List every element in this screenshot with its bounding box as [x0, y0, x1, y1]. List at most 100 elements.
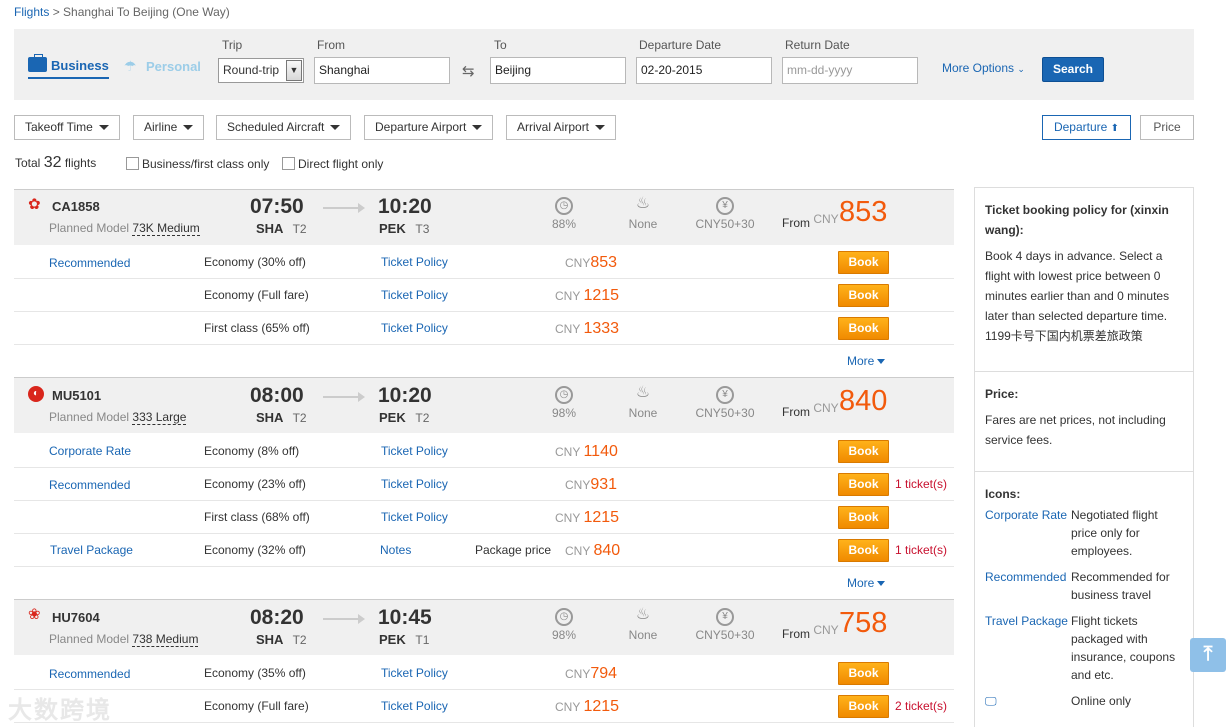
arrival-terminal: T2	[415, 411, 430, 425]
more-fares-link[interactable]: More	[847, 576, 886, 590]
direct-only-checkbox[interactable]: Direct flight only	[282, 157, 383, 171]
more-label: More	[847, 576, 875, 590]
total-count: 32	[43, 154, 62, 171]
filter-label: Arrival Airport	[517, 120, 590, 134]
sort-departure-button[interactable]: Departure ⬆	[1042, 115, 1131, 140]
checkbox-icon[interactable]	[282, 157, 295, 170]
cabin-class: Economy (8% off)	[204, 444, 300, 458]
book-button[interactable]: Book	[838, 251, 889, 274]
fare-row	[14, 435, 954, 468]
planned-model-label: Planned Model	[49, 410, 130, 424]
caret-down-icon	[330, 125, 341, 130]
filter-airline[interactable]: Airline	[133, 115, 205, 140]
policy-title: Ticket booking policy for (xinxin wang):	[985, 203, 1169, 237]
departure-time: 08:00	[250, 384, 304, 407]
book-button[interactable]: Book	[838, 473, 889, 496]
currency: CNY	[565, 667, 591, 681]
fare-price-value: 1333	[583, 320, 620, 337]
yen-icon: ¥	[716, 608, 734, 626]
tax-info: ¥ CNY50+30	[695, 608, 755, 642]
fare-price-value: 931	[590, 476, 618, 493]
filter-scheduled-aircraft[interactable]: Scheduled Aircraft	[216, 115, 352, 140]
return-date-input[interactable]: mm-dd-yyyy	[782, 57, 918, 84]
business-only-label: Business/first class only	[142, 157, 270, 171]
ticket-policy-link[interactable]: Ticket Policy	[381, 288, 448, 302]
arrival-airport: PEK T2	[379, 410, 429, 425]
chevron-down-icon[interactable]: ▼	[286, 60, 302, 81]
currency: CNY	[555, 700, 581, 714]
breadcrumb-flights-link[interactable]: Flights	[14, 5, 49, 19]
book-button[interactable]: Book	[838, 506, 889, 529]
filter-arrival-airport[interactable]: Arrival Airport	[506, 115, 617, 140]
aircraft-model[interactable]: 333 Large	[132, 410, 187, 425]
more-label: More	[847, 354, 875, 368]
cabin-class: Economy (30% off)	[204, 255, 306, 269]
notes-link[interactable]: Notes	[380, 543, 411, 557]
ontime-rate: ◷ 88%	[534, 197, 594, 231]
cabin-class: Economy (23% off)	[204, 477, 306, 491]
ticket-policy-link[interactable]: Ticket Policy	[381, 699, 448, 713]
aircraft-model[interactable]: 738 Medium	[132, 632, 199, 647]
fare-tag-recommended[interactable]: Recommended	[49, 478, 130, 492]
from-input[interactable]: Shanghai	[314, 57, 450, 84]
tickets-left: 1 ticket(s)	[895, 477, 948, 491]
chevron-down-icon: ⌄	[1017, 64, 1025, 74]
book-button[interactable]: Book	[838, 539, 889, 562]
book-button[interactable]: Book	[838, 662, 889, 685]
cabin-class: Economy (Full fare)	[204, 699, 309, 713]
caret-down-icon	[472, 125, 483, 130]
checkbox-icon[interactable]	[126, 157, 139, 170]
business-only-checkbox[interactable]: Business/first class only	[126, 157, 269, 171]
fare-price: CNY 1215	[555, 287, 619, 305]
book-button[interactable]: Book	[838, 317, 889, 340]
fare-tag-recommended[interactable]: Recommended	[49, 667, 130, 681]
personal-tab-label: Personal	[146, 59, 201, 74]
currency: CNY	[565, 256, 591, 270]
icons-section: Icons: Corporate Rate Negotiated flight p…	[975, 472, 1193, 727]
fare-price-value: 1215	[583, 287, 620, 304]
book-button[interactable]: Book	[838, 284, 889, 307]
more-options-label: More Options	[942, 61, 1015, 75]
fare-tag-travel-package[interactable]: Travel Package	[50, 543, 133, 557]
lowest-price: 853	[839, 196, 888, 228]
sort-price-button[interactable]: Price	[1140, 115, 1194, 140]
fare-tag-corporate-rate[interactable]: Corporate Rate	[49, 444, 131, 458]
trip-select-value: Round-trip	[223, 63, 280, 77]
filter-departure-airport[interactable]: Departure Airport	[364, 115, 494, 140]
ticket-policy-link[interactable]: Ticket Policy	[381, 444, 448, 458]
ticket-policy-link[interactable]: Ticket Policy	[381, 510, 448, 524]
ticket-policy-link[interactable]: Ticket Policy	[381, 255, 448, 269]
direct-only-label: Direct flight only	[298, 157, 384, 171]
more-options-link[interactable]: More Options ⌄	[942, 61, 1025, 75]
fare-price: CNY931	[565, 476, 617, 494]
more-fares-link[interactable]: More	[847, 354, 886, 368]
book-button[interactable]: Book	[838, 695, 889, 718]
to-input[interactable]: Beijing	[490, 57, 626, 84]
ticket-policy-link[interactable]: Ticket Policy	[381, 666, 448, 680]
breadcrumb: Flights > Shanghai To Beijing (One Way)	[14, 5, 230, 19]
fare-price-value: 1215	[583, 698, 620, 715]
planned-model-label: Planned Model	[49, 632, 130, 646]
currency: CNY	[565, 478, 591, 492]
book-button[interactable]: Book	[838, 440, 889, 463]
fare-row	[14, 468, 954, 501]
legend-value: Recommended for business travel	[1071, 570, 1170, 602]
fare-row	[14, 312, 954, 345]
meal-icon: ♨	[635, 384, 651, 401]
trip-select[interactable]: Round-trip ▼	[218, 58, 304, 83]
currency: CNY	[555, 289, 581, 303]
departure-date-input[interactable]: 02-20-2015	[636, 57, 772, 84]
search-button[interactable]: Search	[1042, 57, 1104, 82]
ticket-policy-link[interactable]: Ticket Policy	[381, 477, 448, 491]
departure-terminal: T2	[292, 411, 307, 425]
swap-icon[interactable]: ⇆	[462, 62, 475, 80]
fare-tag-recommended[interactable]: Recommended	[49, 256, 130, 270]
business-tab[interactable]: Business	[28, 54, 109, 79]
aircraft-model[interactable]: 73K Medium	[132, 221, 200, 236]
back-to-top-button[interactable]: ⤒	[1190, 638, 1226, 672]
ticket-policy-link[interactable]: Ticket Policy	[381, 321, 448, 335]
fare-price-value: 840	[593, 542, 621, 559]
personal-tab[interactable]: ☂ Personal	[124, 58, 201, 74]
ontime-value: 98%	[551, 628, 577, 642]
filter-takeoff-time[interactable]: Takeoff Time	[14, 115, 120, 140]
